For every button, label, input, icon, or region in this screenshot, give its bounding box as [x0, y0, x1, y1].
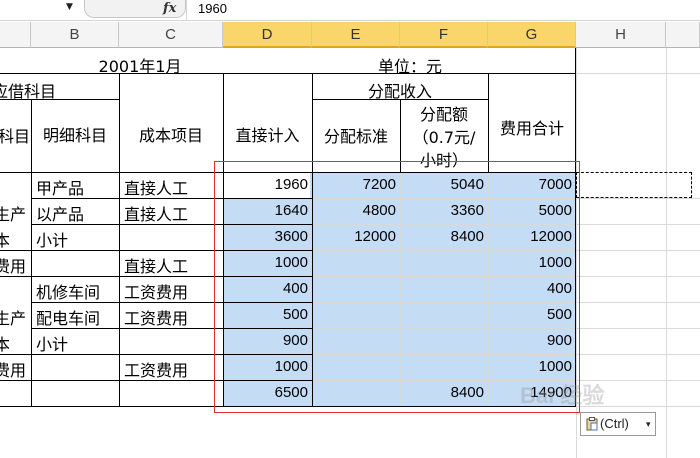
header-detail-account: 明细科目 — [42, 126, 107, 145]
header-direct: 直接计入 — [235, 126, 300, 145]
title-unit: 单位：元 — [377, 57, 442, 76]
column-header-e[interactable]: E — [312, 22, 400, 48]
name-box-dropdown-icon[interactable]: ▼ — [66, 2, 73, 12]
header-allocation: 分配收入 — [367, 82, 432, 101]
cell-c5[interactable]: 工资费用 — [124, 279, 223, 303]
cell-c2[interactable]: 直接人工 — [124, 201, 223, 225]
formula-input[interactable]: 1960 — [198, 1, 227, 16]
cell-c6[interactable]: 工资费用 — [124, 305, 223, 329]
column-header-d[interactable]: D — [223, 22, 312, 48]
formula-bar-divider — [186, 0, 187, 20]
header-account: 科目 — [0, 127, 31, 146]
cell-a4[interactable]: 费用 — [0, 253, 31, 277]
cell-b3[interactable]: 小计 — [36, 227, 119, 251]
column-header-a-partial[interactable] — [0, 22, 31, 48]
clipboard-icon — [586, 417, 598, 431]
cell-a7[interactable]: 本 — [0, 331, 31, 355]
column-header-i-partial[interactable] — [666, 22, 700, 48]
header-alloc-amount-line2: （0.7元/ — [412, 128, 476, 147]
paste-options-button[interactable]: (Ctrl) ▾ — [580, 412, 656, 436]
copy-marquee — [576, 172, 692, 198]
header-cost-item: 成本项目 — [138, 126, 203, 145]
cell-a8[interactable]: 费用 — [0, 357, 31, 381]
cell-b1[interactable]: 甲产品 — [36, 175, 119, 199]
formula-bar: ▼ fx 1960 — [0, 0, 700, 21]
header-debit-account: 应借科目 — [0, 82, 57, 101]
cell-b5[interactable]: 机修车间 — [36, 279, 119, 303]
cell-b6[interactable]: 配电车间 — [36, 305, 119, 329]
cell-c8[interactable]: 工资费用 — [124, 357, 223, 381]
cell-a2[interactable]: 生产 — [0, 201, 31, 225]
cell-a3[interactable]: 本 — [0, 227, 31, 251]
insert-function-icon[interactable]: fx — [163, 1, 176, 16]
column-header-f[interactable]: F — [400, 22, 488, 48]
header-total: 费用合计 — [499, 119, 564, 138]
cell-c1[interactable]: 直接人工 — [124, 175, 223, 199]
header-alloc-std: 分配标准 — [323, 127, 388, 146]
highlight-box — [214, 161, 580, 413]
cell-b7[interactable]: 小计 — [36, 331, 119, 355]
title-date: 2001年1月 — [98, 57, 182, 76]
column-header-b[interactable]: B — [31, 22, 119, 48]
column-header-h[interactable]: H — [576, 22, 666, 48]
header-alloc-amount-line1: 分配额 — [419, 105, 468, 124]
cell-b2[interactable]: 以产品 — [36, 201, 119, 225]
chevron-down-icon: ▾ — [646, 419, 651, 429]
column-header-g[interactable]: G — [488, 22, 576, 48]
watermark: Bai 经验 — [520, 383, 605, 408]
paste-options-label: (Ctrl) — [600, 416, 629, 431]
column-header-c[interactable]: C — [119, 22, 223, 48]
cell-a6[interactable]: 生产 — [0, 305, 31, 329]
cell-c4[interactable]: 直接人工 — [124, 253, 223, 277]
